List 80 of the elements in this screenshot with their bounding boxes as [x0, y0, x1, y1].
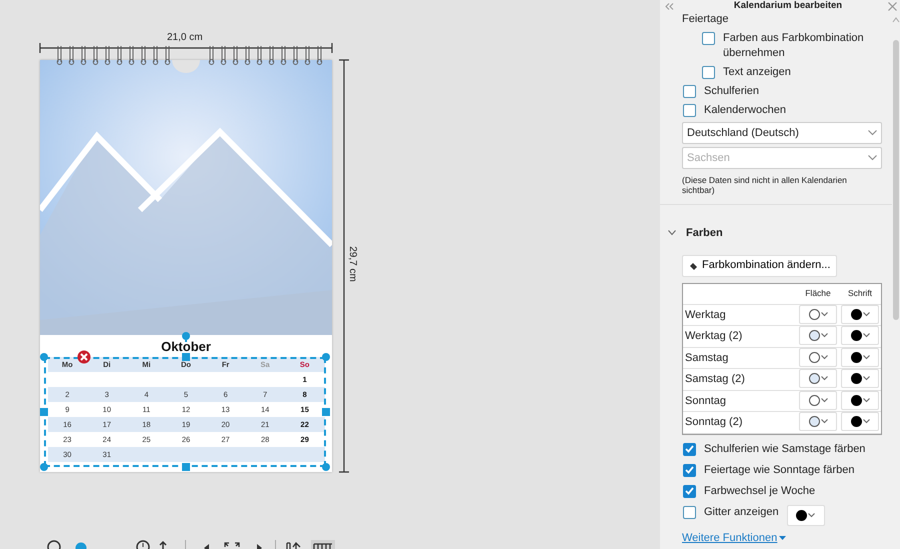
resize-handle[interactable]	[182, 463, 190, 471]
chevron-down-icon	[862, 398, 870, 402]
chevron-down-icon	[820, 398, 828, 402]
row-label: Werktag (2)	[685, 330, 742, 342]
checkbox[interactable]	[683, 442, 696, 456]
chevron-down-icon	[820, 333, 828, 338]
dropdown-arrow-icon	[779, 536, 786, 540]
row-label: Samstag	[685, 352, 728, 364]
font-color-picker[interactable]	[841, 390, 879, 410]
chevron-down-icon	[820, 312, 828, 316]
change-color-scheme-button[interactable]: Farbkombination ändern...	[682, 254, 838, 276]
color-swatch	[850, 308, 862, 320]
resize-handle[interactable]	[322, 408, 330, 416]
section-label: Feiertage	[682, 13, 730, 26]
chevron-down-icon	[868, 130, 877, 136]
checkbox-label: Gitter anzeigen	[704, 504, 779, 520]
checkbox-label: Farbwechsel je Woche	[704, 484, 816, 498]
more-functions-link[interactable]: Weitere Funktionen	[682, 530, 786, 546]
color-swatch	[850, 352, 862, 362]
fill-color-picker[interactable]	[799, 390, 837, 410]
chevron-down-icon	[868, 155, 877, 161]
calendar-grid-icon[interactable]	[311, 538, 335, 549]
font-color-picker[interactable]	[841, 326, 879, 345]
checkbox-label: Feiertage wie Sonntage färben	[704, 462, 854, 478]
fill-color-picker[interactable]	[799, 412, 837, 431]
checkbox[interactable]	[702, 32, 715, 45]
fill-color-picker[interactable]	[799, 326, 837, 345]
checkbox[interactable]	[702, 66, 715, 79]
checkbox[interactable]	[683, 484, 696, 498]
month-title: Oktober	[161, 341, 211, 353]
color-swatch	[850, 416, 862, 427]
row-label: Samstag (2)	[685, 373, 745, 385]
resize-handle[interactable]	[40, 408, 48, 416]
fill-color-picker[interactable]	[799, 369, 837, 388]
section-title: Farben	[686, 226, 723, 241]
font-color-picker[interactable]	[841, 412, 879, 431]
font-color-picker[interactable]	[841, 304, 879, 324]
hanger-notch	[172, 60, 200, 73]
color-swatch	[850, 330, 862, 341]
row-label: Sonntag (2)	[685, 416, 742, 428]
rotate-handle[interactable]	[181, 331, 191, 342]
checkbox[interactable]	[683, 85, 696, 98]
chevron-down-icon	[862, 312, 870, 316]
row-label: Sonntag	[685, 394, 726, 406]
country-select[interactable]: Deutschland (Deutsch)	[682, 122, 882, 144]
font-color-picker[interactable]	[841, 348, 879, 366]
grid-color-picker[interactable]	[786, 504, 825, 526]
column-header: Fläche	[805, 288, 831, 298]
note-text: (Diese Daten sind nicht in allen Kalendarien sichtbar)	[682, 175, 848, 195]
chevron-down-icon	[862, 333, 870, 338]
checkbox[interactable]	[683, 104, 696, 117]
fill-color-picker[interactable]	[799, 304, 837, 324]
chevron-down-icon	[862, 376, 870, 381]
checkbox-label: Schulferien wie Samstage färben	[704, 442, 866, 456]
chevron-down-icon	[820, 354, 828, 360]
checkbox[interactable]	[683, 506, 696, 518]
toolbar-separator	[185, 540, 186, 549]
delete-icon[interactable]	[77, 350, 91, 364]
resize-handle[interactable]	[182, 353, 190, 361]
collapse-chevron-icon[interactable]	[668, 230, 676, 236]
checkbox-label: Kalenderwochen	[704, 103, 786, 118]
chevron-down-icon	[820, 376, 828, 381]
chevron-down-icon	[808, 512, 816, 518]
checkbox[interactable]	[683, 464, 696, 476]
checkbox-label: Farben aus Farbkombination übernehmen	[723, 31, 865, 61]
fill-color-picker[interactable]	[799, 348, 837, 366]
color-swatch	[850, 394, 862, 406]
toolbar-separator	[275, 540, 276, 549]
region-select: Sachsen	[682, 147, 882, 169]
panel-title: Kalendarium bearbeiten	[734, 0, 842, 14]
column-header: Schrift	[848, 288, 872, 298]
checkbox-label: Text anzeigen	[723, 65, 791, 80]
chevron-down-icon	[820, 419, 828, 424]
chevron-down-icon	[862, 419, 870, 424]
row-label: Werktag	[685, 308, 726, 320]
chevron-down-icon	[862, 354, 870, 360]
color-swatch	[796, 510, 808, 520]
checkbox-label: Schulferien	[704, 84, 760, 99]
color-swatch	[850, 373, 862, 384]
font-color-picker[interactable]	[841, 369, 879, 388]
